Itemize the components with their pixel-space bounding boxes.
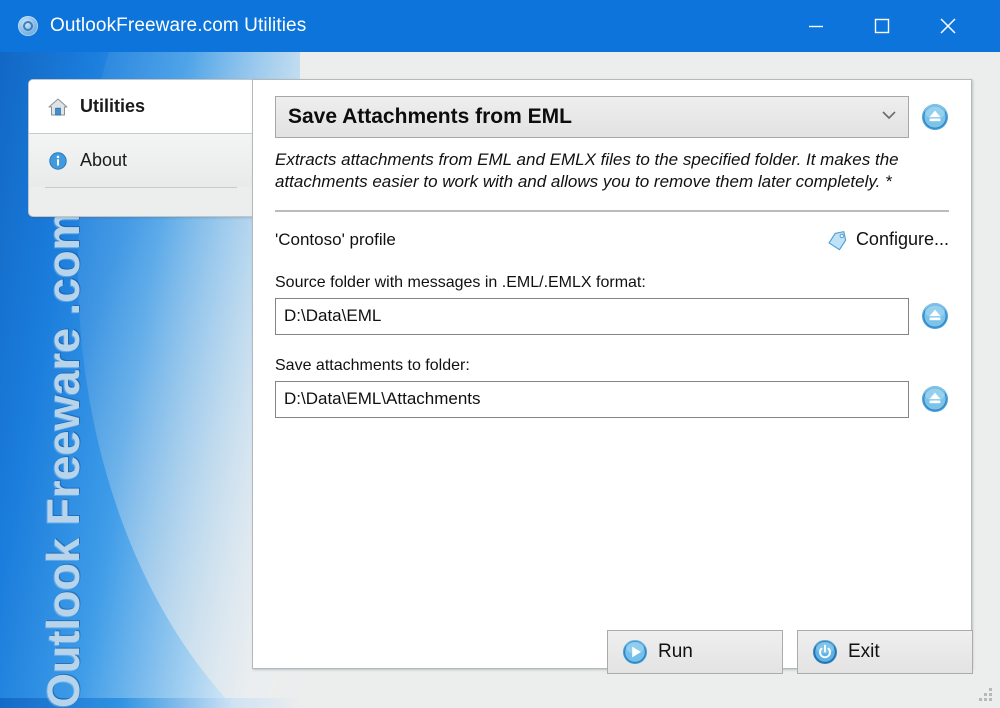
configure-link[interactable]: Configure... bbox=[825, 228, 949, 252]
exit-button-label: Exit bbox=[848, 641, 880, 662]
sidebar-item-label: Utilities bbox=[80, 96, 146, 116]
window-title: OutlookFreeware.com Utilities bbox=[50, 15, 307, 36]
utility-browse-button[interactable] bbox=[921, 103, 949, 131]
resize-grip-icon[interactable] bbox=[979, 688, 993, 702]
tag-icon bbox=[825, 228, 849, 252]
info-icon bbox=[47, 150, 69, 172]
profile-row: 'Contoso' profile Configure... bbox=[275, 228, 949, 252]
profile-name: 'Contoso' profile bbox=[275, 229, 396, 249]
target-folder-input[interactable]: D:\Data\EML\Attachments bbox=[275, 380, 909, 418]
chevron-down-icon bbox=[880, 106, 898, 129]
run-button-label: Run bbox=[658, 641, 693, 662]
app-circle-icon bbox=[18, 16, 38, 36]
minimize-button[interactable] bbox=[790, 0, 842, 52]
title-bar: OutlookFreeware.com Utilities bbox=[0, 0, 1000, 52]
source-folder-label: Source folder with messages in .EML/.EML… bbox=[275, 273, 646, 291]
window-body: Outlook Freeware .com Utilities About Sa… bbox=[0, 52, 1000, 708]
close-button[interactable] bbox=[922, 0, 974, 52]
sidebar-tail bbox=[29, 188, 253, 216]
section-divider bbox=[275, 209, 949, 212]
exit-button[interactable]: Exit bbox=[797, 630, 973, 674]
power-circle-icon bbox=[812, 639, 838, 665]
sidebar-item-utilities[interactable]: Utilities bbox=[29, 80, 253, 134]
sidebar: Utilities About bbox=[28, 79, 253, 217]
source-folder-input[interactable]: D:\Data\EML bbox=[275, 297, 909, 335]
utility-selector-row: Save Attachments from EML bbox=[275, 96, 949, 138]
sidebar-item-about[interactable]: About bbox=[29, 134, 253, 187]
maximize-button[interactable] bbox=[856, 0, 908, 52]
content-panel: Save Attachments from EML Extracts attac… bbox=[252, 79, 972, 669]
utility-select[interactable]: Save Attachments from EML bbox=[275, 96, 909, 138]
eject-icon bbox=[922, 104, 948, 130]
source-folder-row: D:\Data\EML bbox=[275, 297, 949, 335]
utility-select-value: Save Attachments from EML bbox=[288, 105, 572, 128]
sidebar-item-label: About bbox=[80, 150, 128, 170]
footer-bar: Run Exit bbox=[0, 616, 1000, 708]
minimize-icon bbox=[809, 25, 823, 28]
target-folder-browse-button[interactable] bbox=[921, 385, 949, 413]
source-folder-browse-button[interactable] bbox=[921, 302, 949, 330]
application-window: OutlookFreeware.com Utilities Outlook Fr… bbox=[0, 0, 1000, 708]
target-folder-row: D:\Data\EML\Attachments bbox=[275, 380, 949, 418]
play-circle-icon bbox=[622, 639, 648, 665]
eject-icon bbox=[922, 303, 948, 330]
close-icon bbox=[940, 18, 956, 34]
configure-label: Configure... bbox=[855, 229, 949, 250]
utility-description: Extracts attachments from EML and EMLX f… bbox=[275, 150, 899, 192]
eject-icon bbox=[922, 386, 948, 413]
window-controls bbox=[790, 0, 1000, 52]
target-folder-label: Save attachments to folder: bbox=[275, 356, 470, 374]
maximize-icon bbox=[874, 18, 890, 34]
home-icon bbox=[47, 96, 69, 118]
run-button[interactable]: Run bbox=[607, 630, 783, 674]
